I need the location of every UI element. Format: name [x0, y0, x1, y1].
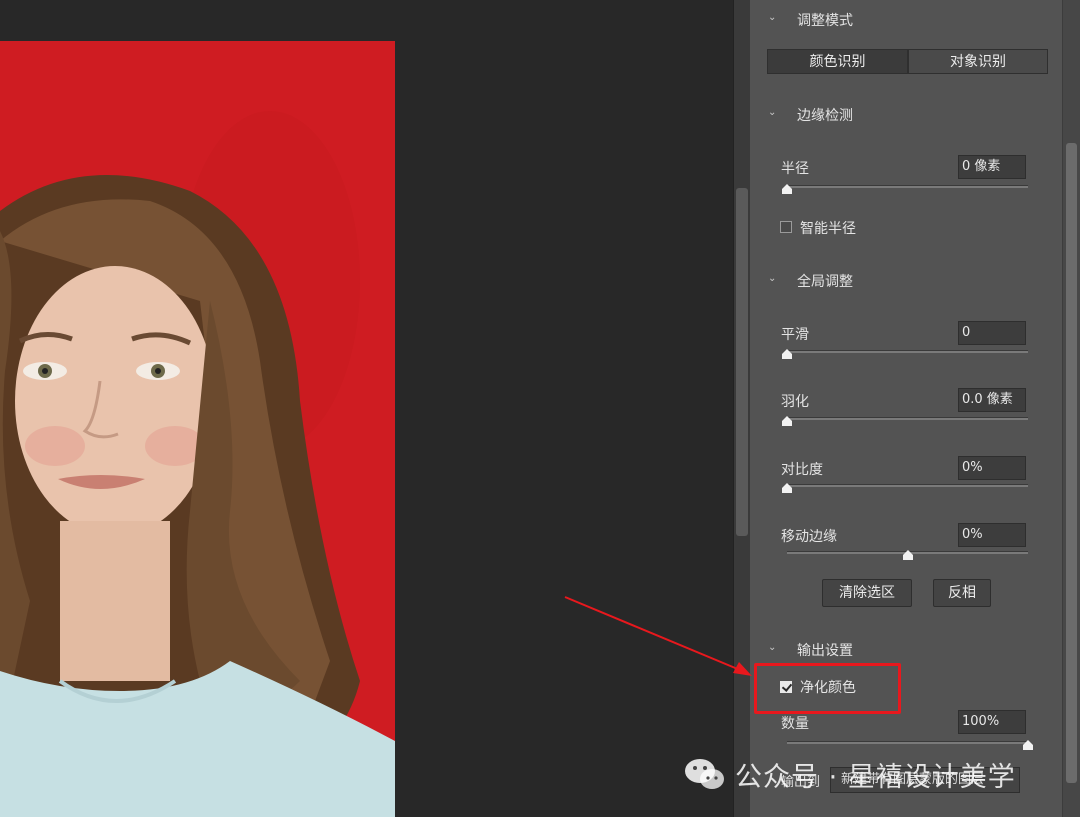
canvas-scrollbar-thumb[interactable]	[736, 188, 748, 536]
smooth-slider-track[interactable]	[787, 350, 1028, 353]
smooth-label: 平滑	[781, 327, 809, 343]
annotation-highlight-box	[754, 663, 901, 714]
invert-button[interactable]: 反相	[933, 579, 991, 607]
section-title-global: 全局调整	[797, 274, 853, 290]
shift-edge-slider-thumb[interactable]	[902, 550, 914, 560]
section-title-output: 输出设置	[797, 643, 853, 659]
smart-radius-label: 智能半径	[800, 221, 856, 237]
shift-edge-label: 移动边缘	[781, 529, 837, 545]
radius-label: 半径	[781, 161, 809, 177]
radius-slider-track[interactable]	[787, 185, 1028, 188]
canvas-scrollbar[interactable]	[733, 0, 750, 817]
output-chevron-icon[interactable]: ⌄	[768, 642, 776, 653]
smooth-slider-thumb[interactable]	[781, 349, 793, 359]
feather-field[interactable]: 0.0 像素	[958, 388, 1026, 412]
wechat-icon	[685, 759, 724, 789]
section-title-edge: 边缘检测	[797, 108, 853, 124]
mode-chevron-icon[interactable]: ⌄	[768, 12, 776, 23]
amount-slider-track[interactable]	[787, 741, 1028, 744]
tab-object-recognition[interactable]: 对象识别	[908, 49, 1048, 74]
edge-chevron-icon[interactable]: ⌄	[768, 107, 776, 118]
canvas-area[interactable]	[0, 0, 733, 817]
watermark-text: 公众号 · 星禧设计美学	[735, 761, 1016, 793]
contrast-label: 对比度	[781, 462, 823, 478]
section-title-mode: 调整模式	[797, 13, 853, 29]
shift-edge-field[interactable]: 0%	[958, 523, 1026, 547]
amount-label: 数量	[781, 716, 809, 732]
feather-slider-thumb[interactable]	[781, 416, 793, 426]
portrait-photo	[0, 41, 395, 817]
feather-label: 羽化	[781, 394, 809, 410]
watermark: 公众号 · 星禧设计美学	[683, 752, 1016, 796]
feather-slider-track[interactable]	[787, 417, 1028, 420]
contrast-slider-thumb[interactable]	[781, 483, 793, 493]
radius-slider-thumb[interactable]	[781, 184, 793, 194]
clear-selection-button[interactable]: 清除选区	[822, 579, 912, 607]
panel-scrollbar[interactable]	[1062, 0, 1080, 817]
radius-field[interactable]: 0 像素	[958, 155, 1026, 179]
contrast-slider-track[interactable]	[787, 484, 1028, 487]
smart-radius-checkbox[interactable]	[780, 221, 792, 233]
smooth-field[interactable]: 0	[958, 321, 1026, 345]
tab-color-recognition[interactable]: 颜色识别	[767, 49, 908, 74]
amount-field[interactable]: 100%	[958, 710, 1026, 734]
panel-scrollbar-thumb[interactable]	[1066, 143, 1077, 783]
amount-slider-thumb[interactable]	[1022, 740, 1034, 750]
global-chevron-icon[interactable]: ⌄	[768, 273, 776, 284]
contrast-field[interactable]: 0%	[958, 456, 1026, 480]
portrait-illustration	[0, 41, 395, 817]
